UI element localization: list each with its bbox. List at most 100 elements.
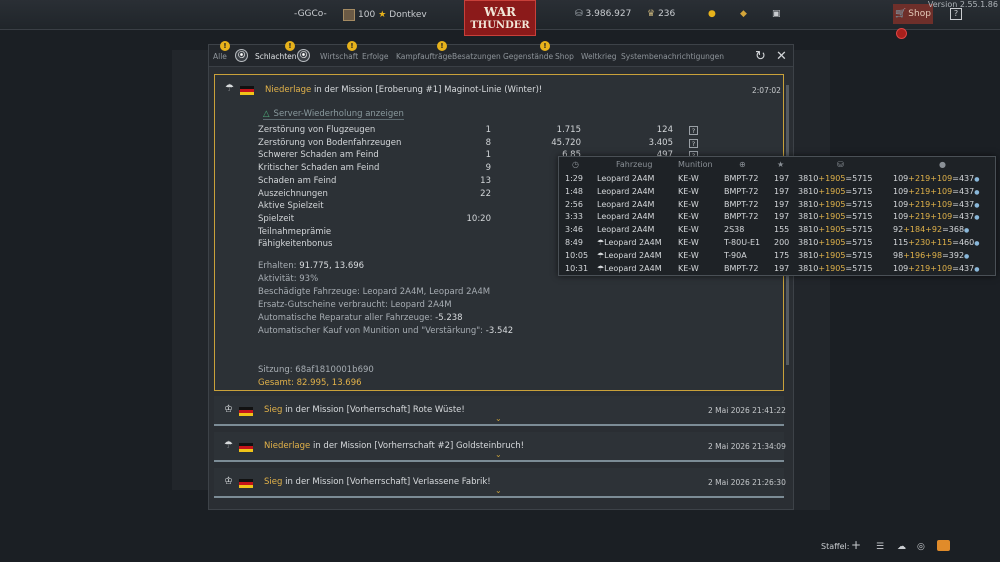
research-part: 184 xyxy=(909,225,926,235)
tooltip-header: ◷ Fahrzeug Munition ⊕ ★ ⛁ ● xyxy=(559,159,995,172)
squadron-tag[interactable]: -GGCo- xyxy=(294,9,327,19)
plus-sign: + xyxy=(930,238,937,247)
germany-flag-icon xyxy=(239,443,253,452)
entry-result: Niederlage xyxy=(264,441,311,451)
help-icon[interactable]: ? xyxy=(689,126,698,135)
research-part: 109 xyxy=(936,174,953,183)
add-icon[interactable]: + xyxy=(851,538,861,552)
cart-icon: 🛒 xyxy=(895,9,907,19)
player-nickname: Dontkev xyxy=(389,10,427,20)
stat-label: Teilnahmeprämie xyxy=(258,226,332,237)
help-icon[interactable]: ? xyxy=(689,138,698,148)
research-part: 437 xyxy=(958,174,975,183)
tab-crews[interactable]: Besatzungen xyxy=(452,52,501,61)
battle-entry[interactable]: ♔ Sieg in der Mission [Vorherrschaft] Ro… xyxy=(214,396,786,426)
row-research: 115+230+115=460● xyxy=(893,238,979,247)
alert-icon[interactable] xyxy=(896,28,907,39)
equals-sign: = xyxy=(952,199,959,209)
session-value[interactable]: 68af1810001b690 xyxy=(295,365,374,375)
shop-label: Shop xyxy=(908,9,931,19)
damaged-value: Leopard 2A4M, Leopard 2A4M xyxy=(362,287,491,297)
tab-all[interactable]: Alle xyxy=(213,52,227,61)
chevron-down-icon[interactable]: ⌄ xyxy=(495,414,502,423)
tab-economy[interactable]: Wirtschaft xyxy=(320,52,358,61)
refresh-icon[interactable]: ↻ xyxy=(755,49,766,64)
ticket-icon[interactable]: ▣ xyxy=(772,9,781,19)
tab-achievements[interactable]: Erfolge xyxy=(362,52,389,61)
row-research: 109+219+109=437● xyxy=(893,264,979,273)
stat-label: Zerstörung von Flugzeugen xyxy=(258,125,376,135)
row-silver: 3810+1905=5715 xyxy=(798,238,872,247)
player-profile[interactable]: 100 ★ Dontkev xyxy=(343,9,427,21)
research-part: 109 xyxy=(893,174,909,183)
row-ammo: KE-W xyxy=(678,250,699,260)
received-value: 91.775, 13.696 xyxy=(299,261,365,271)
chevron-down-icon[interactable]: ⌄ xyxy=(495,486,502,495)
row-vehicle: Leopard 2A4M xyxy=(597,187,654,196)
germany-flag-icon xyxy=(239,479,253,488)
rank-balance[interactable]: ♛ 236 xyxy=(647,9,675,19)
tab-missions[interactable]: Kampfaufträge xyxy=(396,52,452,61)
star-icon: ★ xyxy=(777,160,785,169)
mail-icon[interactable] xyxy=(937,540,950,551)
vehicle-name: Leopard 2A4M xyxy=(604,238,662,247)
warning-icon: ! xyxy=(220,41,230,51)
session-line: Sitzung: 68af1810001b690 xyxy=(258,365,374,375)
entry-title: Sieg in der Mission [Vorherrschaft] Rote… xyxy=(264,405,465,415)
entry-result: Sieg xyxy=(264,405,283,415)
row-research: 98+196+98=392● xyxy=(893,251,969,260)
silver-part: 3810 xyxy=(798,186,819,196)
close-icon[interactable]: ✕ xyxy=(776,49,787,64)
silver-value: 3.986.927 xyxy=(585,9,632,19)
research-part: 460 xyxy=(958,238,975,247)
row-time: 3:46 xyxy=(565,225,583,235)
row-research: 109+219+109=437● xyxy=(893,212,979,221)
entry-result: Sieg xyxy=(264,477,283,487)
total-value: 82.995, 13.696 xyxy=(296,378,362,388)
chat-icon[interactable]: ◎ xyxy=(917,542,925,552)
player-level: 100 xyxy=(358,10,376,20)
vouchers-label: Ersatz-Gutscheine verbraucht: xyxy=(258,300,388,310)
tab-battles[interactable]: Schlachten xyxy=(255,52,297,61)
entry-title: Sieg in der Mission [Vorherrschaft] Verl… xyxy=(264,477,491,487)
stat-label: Spielzeit xyxy=(258,213,295,224)
battle-entry[interactable]: ♔ Sieg in der Mission [Vorherrschaft] Ve… xyxy=(214,468,786,498)
lightbulb-icon[interactable]: ● xyxy=(708,9,716,19)
row-ammo: KE-W xyxy=(678,225,699,235)
tab-system[interactable]: Systembenachrichtigungen xyxy=(621,52,724,61)
version-label: Version 2.55.1.86 xyxy=(927,0,998,9)
tab-shop[interactable]: Shop xyxy=(555,52,574,61)
list-icon[interactable]: ☰ xyxy=(876,542,884,552)
help-button[interactable]: ? xyxy=(950,8,962,20)
tab-items[interactable]: Gegenstände xyxy=(503,52,553,61)
research-part: 219 xyxy=(914,199,931,209)
avatar xyxy=(343,9,355,21)
research-part: 109 xyxy=(893,212,909,222)
stat-silver: 45.720 xyxy=(551,137,581,148)
silver-part: 5715 xyxy=(852,186,873,196)
stat-label: Kritischer Schaden am Feind xyxy=(258,163,380,174)
chevron-down-icon[interactable]: ⌄ xyxy=(495,450,502,459)
stat-count: 13 xyxy=(480,175,491,186)
silver-part: 1905 xyxy=(825,186,846,196)
silver-part: 1905 xyxy=(825,174,846,183)
game-logo[interactable]: WAR THUNDER xyxy=(464,0,536,36)
plus-sign: + xyxy=(908,174,915,183)
research-part: 98 xyxy=(893,250,904,260)
kill-details-tooltip: ◷ Fahrzeug Munition ⊕ ★ ⛁ ● 1:29 Leopard … xyxy=(558,156,996,276)
trophy-icon: ♔ xyxy=(224,404,233,415)
tab-worldwar[interactable]: Weltkrieg xyxy=(581,52,617,61)
crosshair-icon: ⊕ xyxy=(739,160,746,169)
battle-entry[interactable]: ☂ Niederlage in der Mission [Vorherrscha… xyxy=(214,432,786,462)
server-replay-link[interactable]: △ Server-Wiederholung anzeigen xyxy=(263,109,404,120)
vehicle-name: Leopard 2A4M xyxy=(597,174,655,183)
plus-sign: + xyxy=(930,186,937,196)
tooltip-row: 3:46 Leopard 2A4M KE-W 2S38 155 3810+1905=571… xyxy=(559,224,995,237)
silver-balance[interactable]: ⛁ 3.986.927 xyxy=(575,9,631,19)
research-icon: ● xyxy=(939,160,946,169)
diamond-icon[interactable]: ◆ xyxy=(740,9,747,19)
contacts-icon[interactable]: ☁ xyxy=(897,542,906,552)
plus-sign: + xyxy=(903,225,910,235)
row-research: 109+219+109=437● xyxy=(893,187,979,196)
vehicle-name: Leopard 2A4M xyxy=(604,250,662,260)
